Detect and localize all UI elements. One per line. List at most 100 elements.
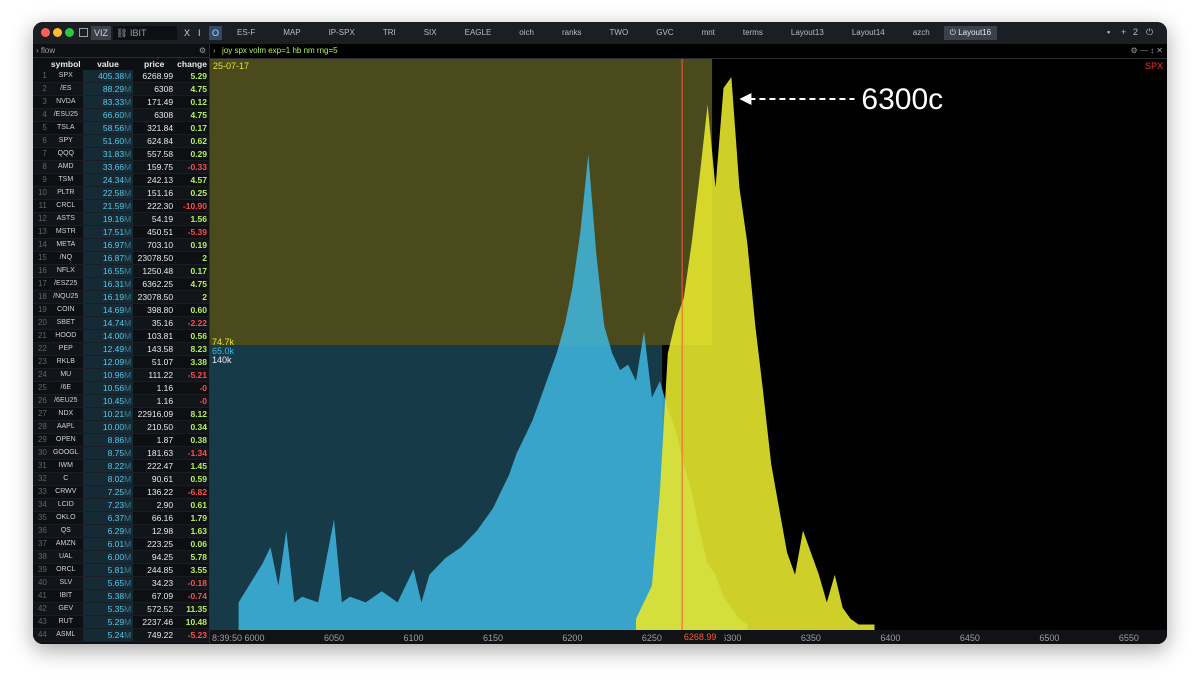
table-row[interactable]: 17/ESZ25 16.31M 6362.25 4.75 [33, 277, 209, 291]
row-index: 37 [33, 537, 49, 551]
table-row[interactable]: 42 GEV 5.35M 572.52 11.35 [33, 602, 209, 616]
table-row[interactable]: 7 QQQ 31.83M 557.58 0.29 [33, 147, 209, 161]
tab-six[interactable]: SIX [410, 22, 451, 44]
table-row[interactable]: 31 IWM 8.22M 222.47 1.45 [33, 459, 209, 473]
x-button[interactable]: X [181, 26, 193, 40]
change-cell: 1.45 [175, 459, 209, 473]
tab-layout16[interactable]: ⏻ Layout16 [943, 26, 998, 40]
tab-gvc[interactable]: GVC [642, 22, 687, 44]
volume-chart[interactable]: 6000 6050 6100 6150 6200 6250 6300 6350 6400 6450… [210, 59, 1167, 644]
table-row[interactable]: 9 TSM 24.34M 242.13 4.57 [33, 173, 209, 187]
table-row[interactable]: 30 GOOGL 8.75M 181.63 -1.34 [33, 446, 209, 460]
tab-terms[interactable]: terms [729, 22, 777, 44]
table-row[interactable]: 25/6E 10.56M 1.16 -0 [33, 381, 209, 395]
table-row[interactable]: 20 SBET 14.74M 35.16 -2.22 [33, 316, 209, 330]
tab-eagle[interactable]: EAGLE [451, 22, 506, 44]
table-row[interactable]: 28 AAPL 10.00M 210.50 0.34 [33, 420, 209, 434]
symbol-search[interactable]: ⛓ IBIT [113, 26, 177, 40]
add-layout-icon[interactable]: + [1121, 27, 1126, 37]
table-row[interactable]: 8 AMD 33.66M 159.75 -0.33 [33, 160, 209, 174]
value-number: 8.75 [107, 448, 125, 458]
value-cell: 5.65M [82, 576, 134, 590]
column-header-change[interactable]: change [175, 58, 209, 70]
maximize-window-button[interactable] [65, 28, 74, 37]
table-row[interactable]: 38 UAL 6.00M 94.25 5.78 [33, 550, 209, 564]
column-header-price[interactable]: price [133, 58, 176, 70]
tab-layout14[interactable]: Layout14 [838, 22, 899, 44]
table-row[interactable]: 33 CRWV 7.25M 136.22 -6.82 [33, 485, 209, 499]
sidebar-toggle-icon[interactable] [79, 28, 88, 37]
i-button[interactable]: I [195, 26, 204, 40]
tab-mnt[interactable]: mnt [688, 22, 729, 44]
row-index: 42 [33, 602, 49, 616]
value-number: 5.65 [107, 578, 125, 588]
command-bar[interactable]: › joy spx volm exp=1 hb nm rng=5 ⚙ — ↕ ✕ [210, 44, 1167, 59]
table-row[interactable]: 18/NQU25 16.19M 23078.50 2 [33, 290, 209, 304]
table-row[interactable]: 3 NVDA 83.33M 171.49 0.12 [33, 95, 209, 109]
tab-ip-spx[interactable]: IP-SPX [315, 22, 369, 44]
value-unit: M [124, 539, 132, 549]
table-row[interactable]: 26/6EU25 10.45M 1.16 -0 [33, 394, 209, 408]
save-icon[interactable]: ▪ [1107, 27, 1110, 37]
table-row[interactable]: 27 NDX 10.21M 22916.09 8.12 [33, 407, 209, 421]
table-row[interactable]: 44 ASML 5.24M 749.22 -5.23 [33, 628, 209, 642]
table-row[interactable]: 16 NFLX 16.55M 1250.48 0.17 [33, 264, 209, 278]
table-row[interactable]: 24 MU 10.96M 111.22 -5.21 [33, 368, 209, 382]
price-cell: 151.16 [133, 186, 176, 200]
table-row[interactable]: 22 PEP 12.49M 143.58 8.23 [33, 342, 209, 356]
tab-layout13[interactable]: Layout13 [777, 22, 838, 44]
price-cell: 90.61 [133, 472, 176, 486]
table-row[interactable]: 2/ES 88.29M 6308 4.75 [33, 82, 209, 96]
table-row[interactable]: 15/NQ 16.87M 23078.50 2 [33, 251, 209, 265]
tab-map[interactable]: MAP [269, 22, 314, 44]
tab-azch[interactable]: azch [899, 22, 944, 44]
table-row[interactable]: 43 RUT 5.29M 2237.46 10.48 [33, 615, 209, 629]
viz-button[interactable]: VIZ [91, 26, 112, 40]
row-index: 13 [33, 225, 49, 239]
tab-es-f[interactable]: ES-F [223, 22, 269, 44]
table-row[interactable]: 13 MSTR 17.51M 450.51 -5.39 [33, 225, 209, 239]
value-unit: M [124, 201, 132, 211]
value-unit: M [124, 617, 132, 627]
table-row[interactable]: 35 OKLO 6.37M 66.16 1.79 [33, 511, 209, 525]
table-row[interactable]: 5 TSLA 58.56M 321.84 0.17 [33, 121, 209, 135]
table-row[interactable]: 37 AMZN 6.01M 223.25 0.06 [33, 537, 209, 551]
tab-ranks[interactable]: ranks [548, 22, 596, 44]
pane-controls[interactable]: ⚙ — ↕ ✕ [1130, 44, 1163, 58]
table-row[interactable]: 36 QS 6.29M 12.98 1.63 [33, 524, 209, 538]
table-row[interactable]: 39 ORCL 5.81M 244.85 3.55 [33, 563, 209, 577]
change-cell: 4.75 [175, 108, 209, 122]
table-row[interactable]: 34 LCID 7.23M 2.90 0.61 [33, 498, 209, 512]
o-button[interactable]: O [209, 26, 223, 40]
table-row[interactable]: 29 OPEN 8.86M 1.87 0.38 [33, 433, 209, 447]
symbol-cell: C [48, 472, 83, 486]
column-header-symbol[interactable]: symbol [48, 58, 83, 70]
column-header-value[interactable]: value [82, 58, 134, 70]
table-row[interactable]: 12 ASTS 19.16M 54.19 1.56 [33, 212, 209, 226]
table-row[interactable]: 23 RKLB 12.09M 51.07 3.38 [33, 355, 209, 369]
settings-icon[interactable]: ⚙ [199, 44, 206, 57]
row-index: 8 [33, 160, 49, 174]
table-row[interactable]: 21 HOOD 14.00M 103.81 0.56 [33, 329, 209, 343]
table-row[interactable]: 1 SPX 405.38M 6268.99 5.29 [33, 70, 209, 83]
table-row[interactable]: 40 SLV 5.65M 34.23 -0.18 [33, 576, 209, 590]
table-row[interactable]: 11 CRCL 21.59M 222.30 -10.90 [33, 199, 209, 213]
table-row[interactable]: 41 IBIT 5.38M 67.09 -0.74 [33, 589, 209, 603]
table-row[interactable]: 19 COIN 14.69M 398.80 0.60 [33, 303, 209, 317]
table-row[interactable]: 4/ESU25 66.60M 6308 4.75 [33, 108, 209, 122]
minimize-window-button[interactable] [53, 28, 62, 37]
command-input[interactable]: joy spx volm exp=1 hb nm rng=5 [222, 44, 338, 58]
table-row[interactable]: 6 SPY 51.60M 624.84 0.62 [33, 134, 209, 148]
value-unit: M [124, 331, 132, 341]
table-row[interactable]: 14 META 16.97M 703.10 0.19 [33, 238, 209, 252]
row-index: 5 [33, 121, 49, 135]
power-icon[interactable]: ⏻ [1146, 27, 1153, 38]
table-row[interactable]: 10 PLTR 22.58M 151.16 0.25 [33, 186, 209, 200]
tab-two[interactable]: TWO [596, 22, 643, 44]
table-row[interactable]: 32 C 8.02M 90.61 0.59 [33, 472, 209, 486]
symbol-cell: META [48, 238, 83, 252]
tab-oich[interactable]: oich [505, 22, 548, 44]
tab-tri[interactable]: TRI [369, 22, 410, 44]
close-window-button[interactable] [41, 28, 50, 37]
value-unit: M [124, 214, 132, 224]
